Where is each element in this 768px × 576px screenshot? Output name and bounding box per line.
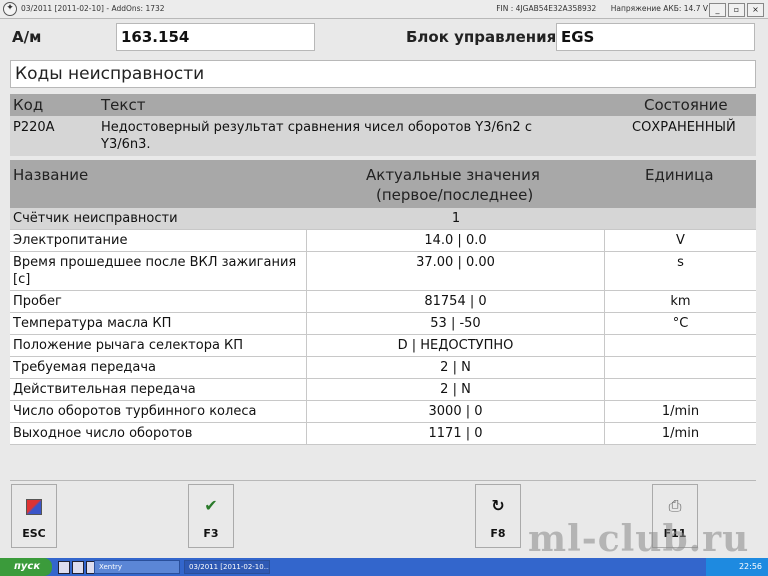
row-name: Пробег xyxy=(10,291,307,312)
mercedes-star-icon: ✦ xyxy=(3,2,17,16)
row-unit: 1/min xyxy=(661,404,700,419)
fault-text-line2: Y3/6n3. xyxy=(101,137,151,152)
battery-voltage-readout: Напряжение АКБ: 14.7 V xyxy=(610,4,708,13)
row-value: 1 xyxy=(451,211,461,226)
content-divider xyxy=(10,480,756,481)
table-row[interactable]: Действительная передача 2 | N xyxy=(10,379,756,401)
vehicle-model-field: 163.154 xyxy=(116,23,315,51)
section-title: Коды неисправности xyxy=(10,60,756,88)
exit-door-icon xyxy=(26,499,42,515)
f8-label: F8 xyxy=(490,527,506,540)
watermark: ml-club.ru xyxy=(528,518,750,560)
row-name: Действительная передача xyxy=(10,379,307,400)
fault-text-line1: Недостоверный результат сравнения чисел … xyxy=(101,120,532,135)
row-name: Температура масла КП xyxy=(10,313,307,334)
quick-launch xyxy=(58,561,98,574)
table-row[interactable]: Число оборотов турбинного колеса 3000 | … xyxy=(10,401,756,423)
row-unit xyxy=(605,335,756,356)
checkmark-icon: ✔ xyxy=(204,496,218,515)
row-name: Требуемая передача xyxy=(10,357,307,378)
fault-code: P220A xyxy=(13,120,55,135)
row-unit: 1/min xyxy=(661,426,700,441)
column-header-name: Название xyxy=(13,166,89,184)
printer-icon: ⎙ xyxy=(668,496,682,515)
vehicle-label: А/м xyxy=(12,28,42,46)
control-unit-field: EGS xyxy=(556,23,755,51)
row-name: Счётчик неисправности xyxy=(13,211,178,226)
refresh-icon: ↻ xyxy=(491,496,505,515)
row-name: Время прошедшее после ВКЛ зажигания [c] xyxy=(10,252,307,290)
row-value: 81754 | 0 xyxy=(307,291,605,312)
row-unit: km xyxy=(670,294,691,309)
fault-row[interactable]: P220A Недостоверный результат сравнения … xyxy=(10,116,756,156)
table-row[interactable]: Время прошедшее после ВКЛ зажигания [c] … xyxy=(10,252,756,291)
table-row[interactable]: Счётчик неисправности 1 xyxy=(10,208,756,230)
minimize-button[interactable]: _ xyxy=(709,3,726,17)
table-row[interactable]: Требуемая передача 2 | N xyxy=(10,357,756,379)
table-row[interactable]: Выходное число оборотов 1171 | 0 1/min xyxy=(10,423,756,445)
column-header-code: Код xyxy=(13,96,44,114)
fault-status: СОХРАНЕННЫЙ xyxy=(632,120,736,135)
keyboard-icon[interactable] xyxy=(72,561,84,574)
row-unit xyxy=(605,379,756,400)
row-unit: s xyxy=(677,255,684,270)
window-title: 03/2011 [2011-02-10] - AddOns: 1732 xyxy=(21,4,165,13)
desktop-icon[interactable] xyxy=(58,561,70,574)
column-header-unit: Единица xyxy=(645,166,714,184)
actual-values-table: Название Актуальные значения (первое/пос… xyxy=(10,160,756,445)
column-header-text: Текст xyxy=(101,96,146,114)
row-name: Электропитание xyxy=(10,230,307,251)
fault-codes-table: Код Текст Состояние P220A Недостоверный … xyxy=(10,94,756,156)
taskbar: пуск Xentry 03/2011 [2011-02-10... 22:56 xyxy=(0,558,768,576)
system-clock: 22:56 xyxy=(706,558,768,576)
row-unit xyxy=(605,357,756,378)
values-table-header: Название Актуальные значения (первое/пос… xyxy=(10,160,756,208)
row-unit: °C xyxy=(672,316,689,331)
row-name: Число оборотов турбинного колеса xyxy=(10,401,307,422)
title-bar: ✦ 03/2011 [2011-02-10] - AddOns: 1732 FI… xyxy=(0,0,768,19)
row-name: Выходное число оборотов xyxy=(10,423,307,444)
row-unit xyxy=(605,208,756,229)
row-value: 2 | N xyxy=(307,357,605,378)
column-header-actual-sub: (первое/последнее) xyxy=(376,186,534,204)
close-button[interactable]: × xyxy=(747,3,764,17)
maximize-button[interactable]: ▫ xyxy=(728,3,745,17)
table-row[interactable]: Пробег 81754 | 0 km xyxy=(10,291,756,313)
f3-button[interactable]: ✔ F3 xyxy=(188,484,234,548)
column-header-actual: Актуальные значения xyxy=(366,166,540,184)
row-name: Положение рычага селектора КП xyxy=(10,335,307,356)
table-row[interactable]: Температура масла КП 53 | -50 °C xyxy=(10,313,756,335)
fault-table-header: Код Текст Состояние xyxy=(10,94,756,116)
control-unit-label: Блок управления xyxy=(406,28,557,46)
row-value: 53 | -50 xyxy=(307,313,605,334)
row-value: 14.0 | 0.0 xyxy=(307,230,605,251)
table-row[interactable]: Электропитание 14.0 | 0.0 V xyxy=(10,230,756,252)
row-value: 2 | N xyxy=(307,379,605,400)
esc-label: ESC xyxy=(22,527,46,540)
row-value: 37.00 | 0.00 xyxy=(307,252,605,290)
fin-readout: FIN : 4JGAB54E32A358932 xyxy=(496,4,597,13)
table-row[interactable]: Положение рычага селектора КП D | НЕДОСТ… xyxy=(10,335,756,357)
column-header-status: Состояние xyxy=(644,96,728,114)
f3-label: F3 xyxy=(203,527,219,540)
taskbar-item-xentry[interactable]: Xentry xyxy=(94,560,180,574)
row-value: 3000 | 0 xyxy=(307,401,605,422)
row-unit: V xyxy=(676,233,685,248)
f8-button[interactable]: ↻ F8 xyxy=(475,484,521,548)
row-value: D | НЕДОСТУПНО xyxy=(307,335,605,356)
row-value: 1171 | 0 xyxy=(307,423,605,444)
esc-button[interactable]: ESC xyxy=(11,484,57,548)
start-button[interactable]: пуск xyxy=(0,558,52,576)
taskbar-item-das[interactable]: 03/2011 [2011-02-10... xyxy=(184,560,270,574)
